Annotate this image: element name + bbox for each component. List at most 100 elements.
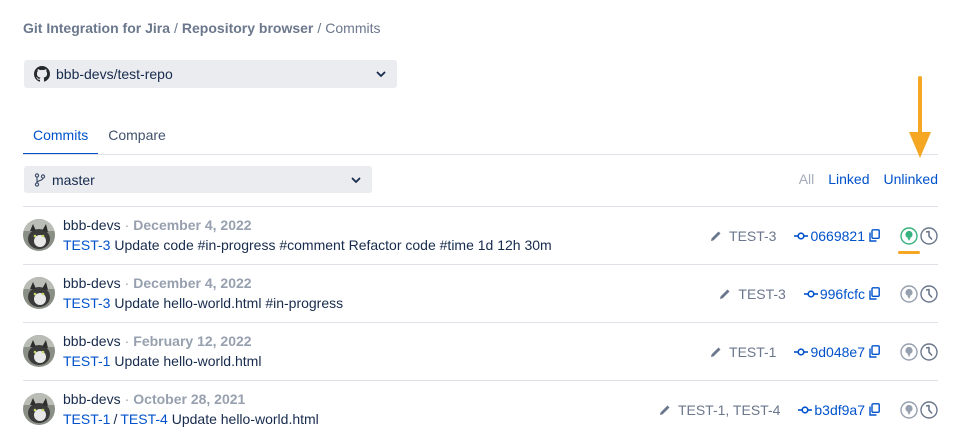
linked-issues-text: TEST-3 bbox=[738, 285, 786, 302]
commit-icon bbox=[798, 405, 813, 415]
commit-hash-link[interactable]: 9d048e7 bbox=[794, 344, 865, 360]
breadcrumb-separator: / bbox=[317, 20, 322, 36]
issue-link[interactable]: TEST-3 bbox=[63, 295, 110, 311]
branch-select-value: master bbox=[52, 171, 95, 188]
repository-select-value: bbb-devs/test-repo bbox=[56, 66, 173, 82]
commit-hash: 9d048e7 bbox=[810, 343, 865, 360]
commit-message-text: Update hello-world.html bbox=[114, 353, 262, 369]
tabs-divider bbox=[23, 154, 938, 155]
linked-issues[interactable]: TEST-3 bbox=[710, 228, 776, 244]
issue-link[interactable]: TEST-1 bbox=[63, 411, 110, 427]
clock-icon[interactable] bbox=[920, 400, 938, 419]
commit-hash-link[interactable]: b3df9a7 bbox=[798, 402, 865, 418]
meta-separator: · bbox=[124, 275, 130, 291]
commit-message: TEST-1 Update hello-world.html bbox=[63, 353, 261, 369]
linked-issues-text: TEST-1 bbox=[729, 343, 777, 360]
issue-link[interactable]: TEST-3 bbox=[63, 237, 110, 253]
issue-separator: / bbox=[113, 411, 118, 427]
github-icon bbox=[34, 66, 50, 82]
commit-list: bbb-devs · December 4, 2022 TEST-3 Update … bbox=[23, 206, 938, 438]
annotation-underline bbox=[898, 251, 920, 254]
breadcrumb-app-link[interactable]: Git Integration for Jira bbox=[23, 20, 170, 36]
filter-all[interactable]: All bbox=[799, 171, 815, 187]
copy-icon[interactable] bbox=[869, 403, 880, 416]
commit-message: TEST-1/TEST-4 Update hello-world.html bbox=[63, 411, 319, 427]
commit-meta: bbb-devs · February 12, 2022 bbox=[63, 333, 252, 349]
clock-icon[interactable] bbox=[920, 284, 938, 303]
commit-actions: TEST-3 996fcfc bbox=[719, 265, 938, 322]
commit-message: TEST-3 Update code #in-progress #comment… bbox=[63, 237, 552, 253]
breadcrumb-separator: / bbox=[174, 20, 178, 36]
commit-hash: 996fcfc bbox=[819, 285, 865, 302]
meta-separator: · bbox=[124, 333, 130, 349]
avatar bbox=[23, 219, 55, 251]
linked-issues[interactable]: TEST-1 bbox=[710, 344, 776, 360]
commit-message-text: Update hello-world.html #in-progress bbox=[114, 295, 344, 311]
avatar bbox=[23, 393, 55, 425]
commit-hash-link[interactable]: 0669821 bbox=[794, 228, 865, 244]
annotation-arrow-icon bbox=[909, 76, 931, 158]
commit-author: bbb-devs bbox=[63, 275, 121, 291]
linked-issues[interactable]: TEST-3 bbox=[719, 285, 786, 302]
linked-issues[interactable]: TEST-1, TEST-4 bbox=[659, 402, 780, 418]
commit-hash: b3df9a7 bbox=[814, 401, 865, 418]
commit-meta: bbb-devs · October 28, 2021 bbox=[63, 391, 245, 407]
commit-date: December 4, 2022 bbox=[133, 275, 252, 291]
commit-filter-group: All Linked Unlinked bbox=[799, 171, 938, 187]
linked-issues-text: TEST-3 bbox=[729, 227, 777, 244]
commit-author: bbb-devs bbox=[63, 391, 121, 407]
commit-hash-link[interactable]: 996fcfc bbox=[803, 285, 865, 302]
commit-message-text: Update hello-world.html bbox=[171, 411, 319, 427]
tab-bar: Commits Compare bbox=[23, 126, 176, 155]
pencil-icon bbox=[659, 404, 671, 416]
tab-compare[interactable]: Compare bbox=[98, 126, 176, 155]
meta-separator: · bbox=[124, 217, 130, 233]
git-branch-icon bbox=[34, 172, 46, 187]
commit-meta: bbb-devs · December 4, 2022 bbox=[63, 275, 252, 291]
commit-author: bbb-devs bbox=[63, 333, 121, 349]
breadcrumb-section-link[interactable]: Repository browser bbox=[182, 20, 313, 36]
chevron-down-icon bbox=[375, 68, 387, 80]
clock-icon[interactable] bbox=[920, 226, 938, 245]
copy-icon[interactable] bbox=[869, 287, 880, 300]
breadcrumb-current: Commits bbox=[325, 20, 381, 36]
commit-date: December 4, 2022 bbox=[133, 217, 252, 233]
repository-select[interactable]: bbb-devs/test-repo bbox=[24, 60, 397, 88]
filter-unlinked[interactable]: Unlinked bbox=[884, 171, 938, 187]
link-status-icon[interactable] bbox=[900, 342, 918, 361]
linked-issues-text: TEST-1, TEST-4 bbox=[677, 401, 781, 418]
pencil-icon bbox=[719, 288, 731, 300]
commit-row: bbb-devs · October 28, 2021 TEST-1/TEST-4 … bbox=[23, 381, 938, 438]
commit-author: bbb-devs bbox=[63, 217, 121, 233]
meta-separator: · bbox=[124, 391, 130, 407]
commit-row: bbb-devs · February 12, 2022 TEST-1 Update… bbox=[23, 323, 938, 381]
commit-hash: 0669821 bbox=[810, 227, 865, 244]
commit-message: TEST-3 Update hello-world.html #in-progr… bbox=[63, 295, 343, 311]
commit-row: bbb-devs · December 4, 2022 TEST-3 Update … bbox=[23, 265, 938, 323]
link-status-icon[interactable] bbox=[900, 400, 918, 419]
link-status-icon[interactable] bbox=[900, 284, 918, 303]
issue-link[interactable]: TEST-1 bbox=[63, 353, 110, 369]
pencil-icon bbox=[710, 230, 722, 242]
avatar bbox=[23, 335, 55, 367]
branch-select[interactable]: master bbox=[24, 166, 372, 193]
avatar bbox=[23, 277, 55, 309]
chevron-down-icon bbox=[350, 174, 362, 186]
issue-link[interactable]: TEST-4 bbox=[120, 411, 167, 427]
commit-icon bbox=[803, 289, 818, 299]
commit-icon bbox=[794, 231, 809, 241]
commit-date: February 12, 2022 bbox=[133, 333, 252, 349]
commit-message-text: Update code #in-progress #comment Refact… bbox=[114, 237, 552, 253]
commit-row: bbb-devs · December 4, 2022 TEST-3 Update … bbox=[23, 207, 938, 265]
copy-icon[interactable] bbox=[869, 229, 880, 242]
commit-actions: TEST-3 0669821 bbox=[710, 207, 938, 264]
tab-commits[interactable]: Commits bbox=[23, 126, 99, 155]
breadcrumb: Git Integration for Jira / Repository brow… bbox=[23, 20, 381, 36]
commit-actions: TEST-1 9d048e7 bbox=[710, 323, 938, 380]
filter-linked[interactable]: Linked bbox=[828, 171, 869, 187]
commit-actions: TEST-1, TEST-4 b3df9a7 bbox=[659, 381, 938, 438]
clock-icon[interactable] bbox=[920, 342, 938, 361]
copy-icon[interactable] bbox=[869, 345, 880, 358]
link-status-icon[interactable] bbox=[900, 226, 918, 245]
commit-icon bbox=[794, 347, 809, 357]
